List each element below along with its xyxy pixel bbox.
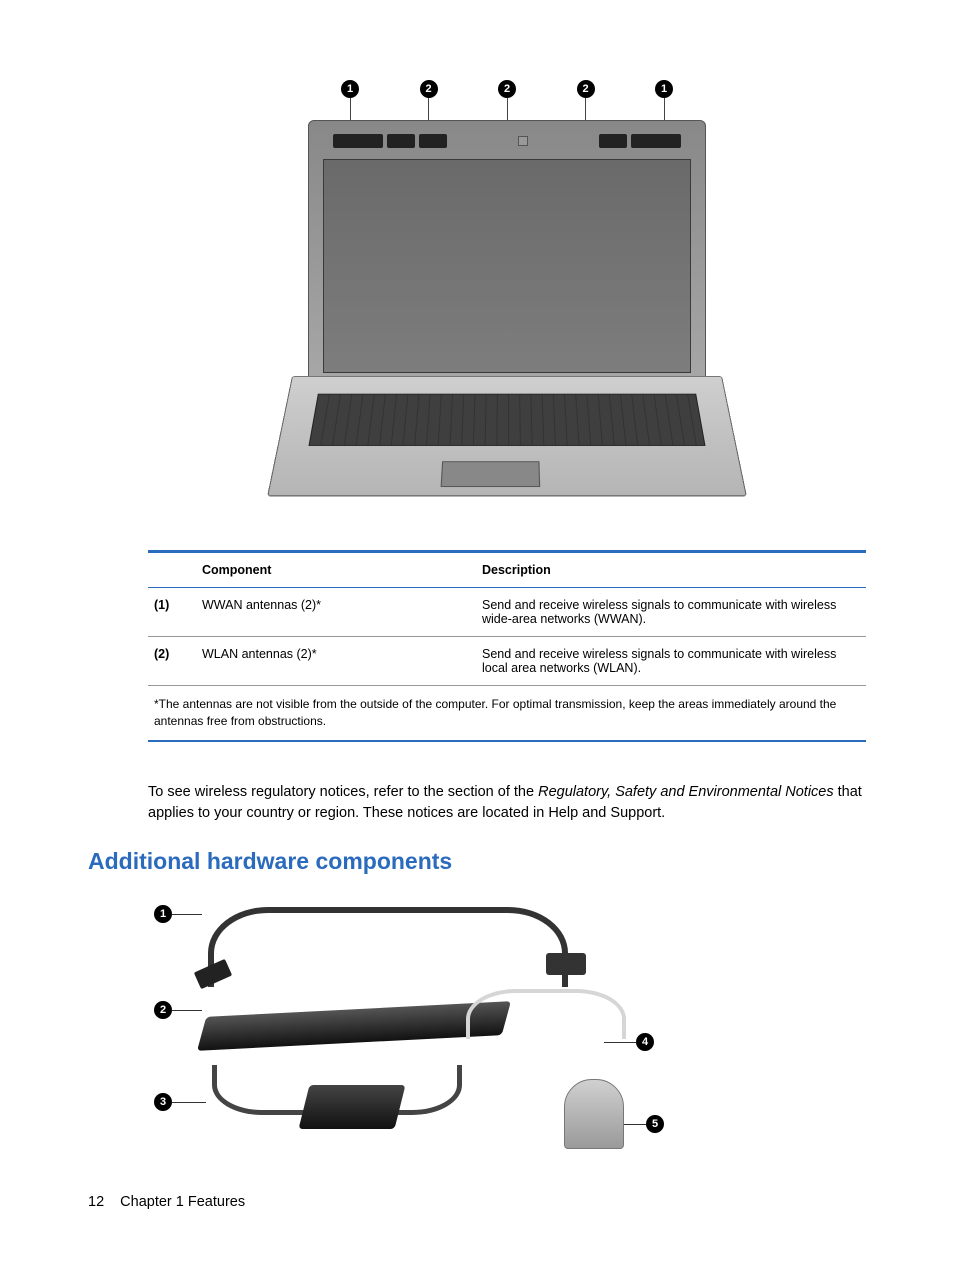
callout-icon: 3 [154, 1093, 172, 1111]
antenna-diagram: 1 2 2 2 1 [292, 80, 722, 520]
regulatory-notice-paragraph: To see wireless regulatory notices, refe… [148, 782, 866, 824]
callout-icon: 1 [341, 80, 359, 120]
callout-icon: 2 [498, 80, 516, 120]
table-row: (1) WWAN antennas (2)* Send and receive … [148, 588, 866, 637]
callout-icon: 1 [655, 80, 673, 120]
callout-icon: 4 [636, 1033, 654, 1051]
callout-icon: 2 [420, 80, 438, 120]
hardware-components-diagram: 1 2 3 4 5 [148, 893, 648, 1173]
callout-icon: 2 [154, 1001, 172, 1019]
callout-icon: 1 [154, 905, 172, 923]
table-header-description: Description [476, 553, 866, 588]
table-header-component: Component [196, 553, 476, 588]
callout-icon: 5 [646, 1115, 664, 1133]
table-row: (2) WLAN antennas (2)* Send and receive … [148, 637, 866, 686]
chapter-label: Chapter 1 Features [120, 1194, 245, 1210]
callout-icon: 2 [577, 80, 595, 120]
component-table: Component Description (1) WWAN antennas … [148, 550, 866, 742]
table-footnote: *The antennas are not visible from the o… [148, 686, 866, 741]
section-heading: Additional hardware components [88, 848, 866, 875]
page-footer: 12 Chapter 1 Features [88, 1194, 245, 1210]
page-number: 12 [88, 1194, 104, 1210]
